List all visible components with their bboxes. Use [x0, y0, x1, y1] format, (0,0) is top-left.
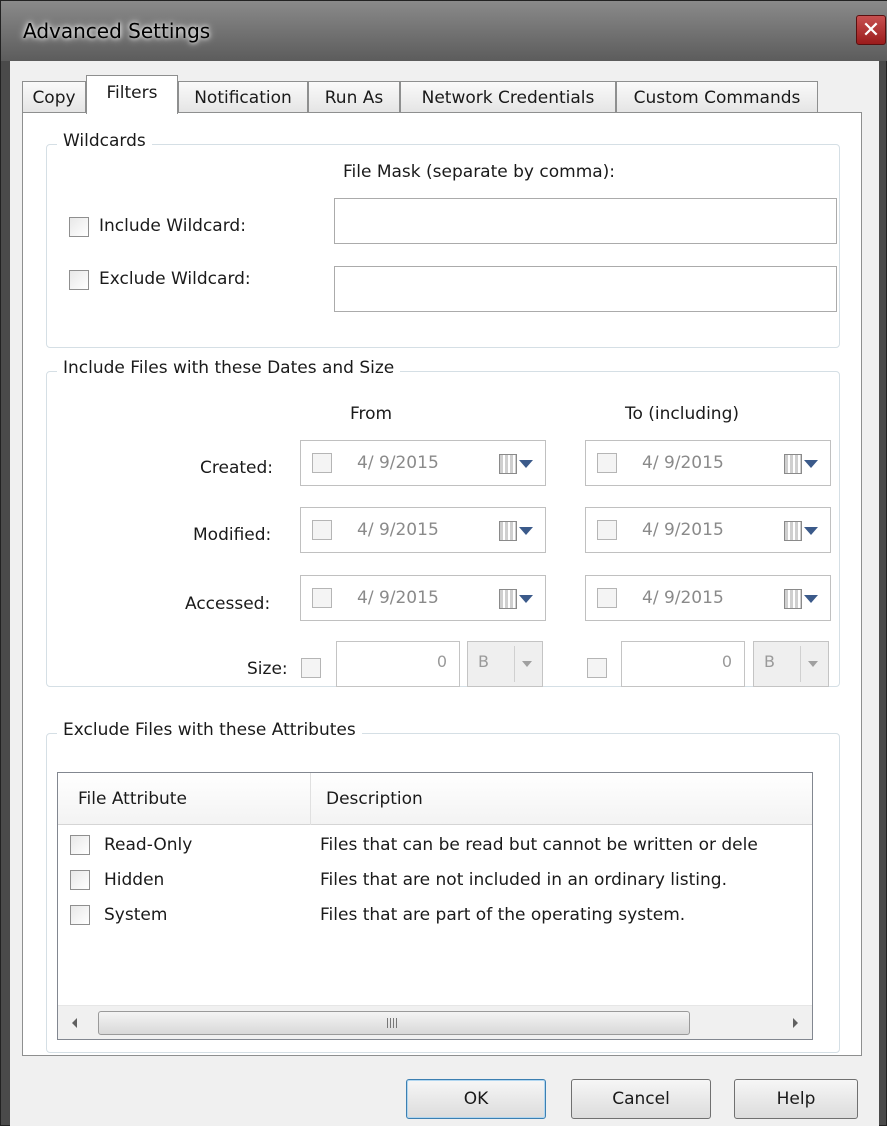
accessed-from-checkbox[interactable]: [312, 588, 332, 608]
attribute-name: Read-Only: [104, 835, 193, 855]
column-description[interactable]: Description: [326, 789, 423, 809]
exclude-wildcard-input[interactable]: [334, 266, 837, 312]
calendar-dropdown-icon[interactable]: [784, 521, 818, 541]
tab-copy[interactable]: Copy: [22, 81, 86, 113]
scroll-left-icon[interactable]: [72, 1018, 77, 1028]
tab-filters[interactable]: Filters: [86, 75, 178, 114]
ok-button[interactable]: OK: [406, 1079, 546, 1119]
size-from-input[interactable]: 0: [336, 641, 460, 687]
accessed-to-checkbox[interactable]: [597, 588, 617, 608]
tab-notification[interactable]: Notification: [178, 81, 308, 113]
scroll-right-icon[interactable]: [793, 1018, 798, 1028]
tab-custom-commands[interactable]: Custom Commands: [616, 81, 818, 113]
horizontal-scrollbar[interactable]: [58, 1005, 812, 1039]
dialog-client: Copy Filters Notification Run As Network…: [10, 61, 879, 1126]
modified-to-checkbox[interactable]: [597, 520, 617, 540]
calendar-dropdown-icon[interactable]: [499, 454, 533, 474]
list-header: File Attribute Description: [58, 773, 812, 825]
help-button[interactable]: Help: [734, 1079, 858, 1119]
close-button[interactable]: ✕: [856, 15, 886, 45]
modified-from-datepicker[interactable]: 4/ 9/2015: [300, 507, 546, 553]
attribute-description: Files that are not included in an ordina…: [320, 870, 727, 890]
created-label: Created:: [200, 458, 274, 478]
calendar-dropdown-icon[interactable]: [784, 454, 818, 474]
size-to-unit-value: B: [764, 652, 775, 671]
attribute-name: Hidden: [104, 870, 165, 890]
attribute-description: Files that can be read but cannot be wri…: [320, 835, 758, 855]
calendar-dropdown-icon[interactable]: [499, 521, 533, 541]
chevron-down-icon: [808, 661, 818, 667]
exclude-wildcard-label: Exclude Wildcard:: [99, 269, 251, 289]
size-to-checkbox[interactable]: [587, 658, 607, 678]
size-label: Size:: [247, 659, 288, 679]
chevron-down-icon: [522, 661, 532, 667]
system-checkbox[interactable]: [70, 905, 90, 925]
size-to-input[interactable]: 0: [621, 641, 745, 687]
attribute-name: System: [104, 905, 168, 925]
attributes-group-title: Exclude Files with these Attributes: [57, 720, 362, 740]
modified-from-date: 4/ 9/2015: [357, 520, 439, 540]
attributes-list[interactable]: File Attribute Description Read-Only Fil…: [57, 772, 813, 1040]
to-label: To (including): [625, 404, 739, 424]
list-item[interactable]: Hidden Files that are not included in an…: [58, 864, 812, 898]
advanced-settings-window: Advanced Settings ✕ Copy Filters Notific…: [0, 0, 887, 1126]
modified-to-datepicker[interactable]: 4/ 9/2015: [585, 507, 831, 553]
calendar-dropdown-icon[interactable]: [499, 589, 533, 609]
cancel-button[interactable]: Cancel: [571, 1079, 711, 1119]
size-from-unit-select[interactable]: B: [467, 641, 543, 687]
read-only-checkbox[interactable]: [70, 835, 90, 855]
size-to-unit-select[interactable]: B: [753, 641, 829, 687]
dates-size-group-title: Include Files with these Dates and Size: [57, 358, 401, 378]
created-from-checkbox[interactable]: [312, 453, 332, 473]
window-title: Advanced Settings: [23, 19, 211, 43]
accessed-from-date: 4/ 9/2015: [357, 588, 439, 608]
from-label: From: [350, 404, 393, 424]
accessed-to-datepicker[interactable]: 4/ 9/2015: [585, 575, 831, 621]
created-to-checkbox[interactable]: [597, 453, 617, 473]
created-to-date: 4/ 9/2015: [642, 453, 724, 473]
title-bar[interactable]: Advanced Settings ✕: [1, 1, 887, 61]
wildcards-group-title: Wildcards: [57, 131, 152, 151]
accessed-label: Accessed:: [185, 594, 271, 614]
modified-to-date: 4/ 9/2015: [642, 520, 724, 540]
list-item[interactable]: Read-Only Files that can be read but can…: [58, 829, 812, 863]
list-item[interactable]: System Files that are part of the operat…: [58, 899, 812, 933]
attribute-description: Files that are part of the operating sys…: [320, 905, 686, 925]
include-wildcard-input[interactable]: [334, 198, 837, 244]
created-from-datepicker[interactable]: 4/ 9/2015: [300, 440, 546, 486]
include-wildcard-label: Include Wildcard:: [99, 216, 246, 236]
tab-run-as[interactable]: Run As: [308, 81, 400, 113]
modified-label: Modified:: [193, 525, 272, 545]
created-to-datepicker[interactable]: 4/ 9/2015: [585, 440, 831, 486]
filters-panel: Wildcards File Mask (separate by comma):…: [22, 112, 862, 1056]
accessed-to-date: 4/ 9/2015: [642, 588, 724, 608]
size-from-checkbox[interactable]: [301, 658, 321, 678]
scrollbar-thumb[interactable]: [98, 1011, 690, 1035]
calendar-dropdown-icon[interactable]: [784, 589, 818, 609]
tab-network-credentials[interactable]: Network Credentials: [400, 81, 616, 113]
size-from-unit-value: B: [478, 652, 489, 671]
modified-from-checkbox[interactable]: [312, 520, 332, 540]
grip-icon: [387, 1018, 397, 1028]
exclude-wildcard-checkbox[interactable]: [69, 270, 89, 290]
column-file-attribute[interactable]: File Attribute: [78, 789, 187, 809]
created-from-date: 4/ 9/2015: [357, 453, 439, 473]
include-wildcard-checkbox[interactable]: [69, 217, 89, 237]
accessed-from-datepicker[interactable]: 4/ 9/2015: [300, 575, 546, 621]
file-mask-label: File Mask (separate by comma):: [343, 162, 616, 182]
hidden-checkbox[interactable]: [70, 870, 90, 890]
